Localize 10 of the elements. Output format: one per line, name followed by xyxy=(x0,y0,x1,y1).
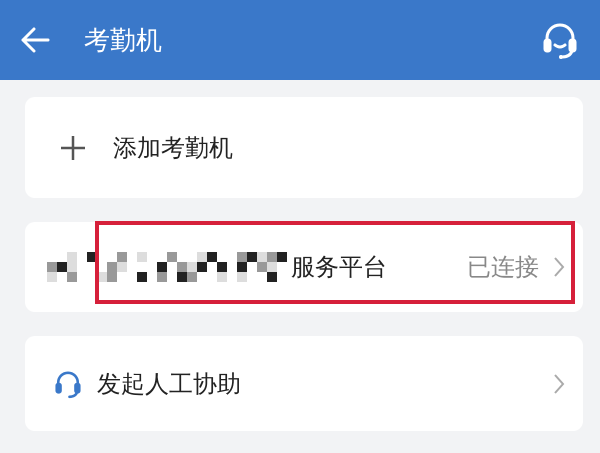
item-label: 发起人工协助 xyxy=(97,368,242,400)
plus-icon xyxy=(59,134,87,162)
device-name: 服务平台 xyxy=(291,252,388,283)
back-icon[interactable] xyxy=(20,27,50,53)
connection-status: 已连接 xyxy=(467,252,539,283)
chevron-right-icon xyxy=(553,372,565,394)
headset-icon xyxy=(53,368,83,398)
chevron-right-icon xyxy=(553,256,565,278)
page-title: 考勤机 xyxy=(84,24,163,58)
item-label: 添加考勤机 xyxy=(113,132,234,164)
